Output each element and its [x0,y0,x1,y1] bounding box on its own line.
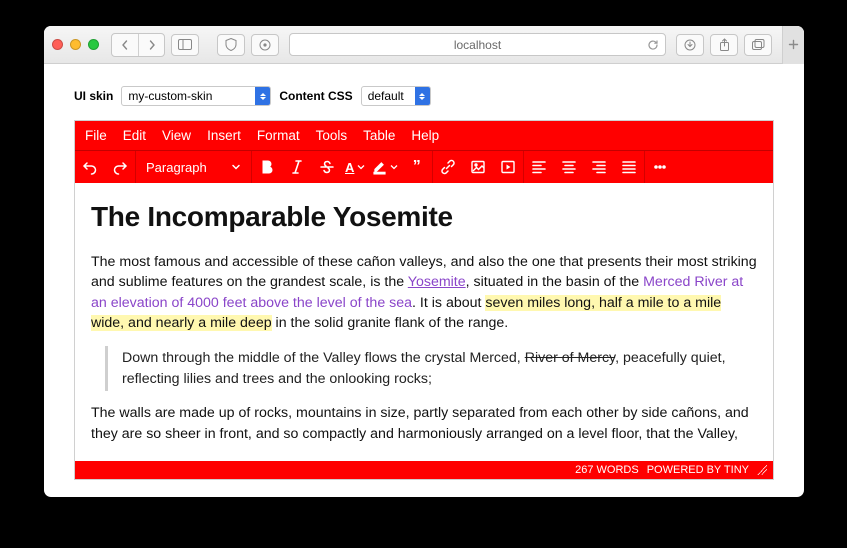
paragraph: The most famous and accessible of these … [91,252,757,334]
powered-by[interactable]: POWERED BY TINY [647,464,749,476]
extension-button[interactable] [251,34,279,56]
media-button[interactable] [493,151,523,183]
menu-view[interactable]: View [162,128,191,143]
resize-handle-icon[interactable] [757,465,767,475]
config-row: UI skin my-custom-skin Content CSS defau… [44,64,804,116]
nav-back-forward [111,33,165,57]
bold-button[interactable] [252,151,282,183]
menu-help[interactable]: Help [411,128,439,143]
ui-skin-select[interactable]: my-custom-skin [121,86,271,106]
content-css-label: Content CSS [279,89,352,103]
highlight-color-button[interactable] [372,151,402,183]
strikethrough-button[interactable] [312,151,342,183]
menu-file[interactable]: File [85,128,107,143]
blockquote-button[interactable]: ” [402,151,432,183]
align-justify-button[interactable] [614,151,644,183]
statusbar: 267 WORDS POWERED BY TINY [75,461,773,479]
maximize-window-button[interactable] [88,39,99,50]
titlebar: localhost [44,26,804,64]
close-window-button[interactable] [52,39,63,50]
block-format-value: Paragraph [146,160,207,175]
menu-insert[interactable]: Insert [207,128,241,143]
privacy-report-button[interactable] [217,34,245,56]
downloads-button[interactable] [676,34,704,56]
undo-button[interactable] [75,151,105,183]
tabs-button[interactable] [744,34,772,56]
menubar: File Edit View Insert Format Tools Table Help [75,121,773,151]
url-text: localhost [454,38,501,52]
reload-icon[interactable] [647,39,659,51]
align-left-button[interactable] [524,151,554,183]
select-stepper-icon [415,87,430,105]
menu-tools[interactable]: Tools [316,128,348,143]
new-tab-button[interactable] [782,26,804,64]
ui-skin-value: my-custom-skin [128,89,218,103]
link-button[interactable] [433,151,463,183]
chevron-down-icon[interactable] [387,163,401,171]
editor-content[interactable]: The Incomparable Yosemite The most famou… [75,183,773,461]
forward-button[interactable] [138,34,164,56]
block-format-select[interactable]: Paragraph [136,151,251,183]
menu-edit[interactable]: Edit [123,128,146,143]
blockquote: Down through the middle of the Valley fl… [105,346,757,391]
chevron-down-icon [231,162,241,172]
image-button[interactable] [463,151,493,183]
sidebar-toggle-button[interactable] [171,34,199,56]
browser-window: localhost UI skin my-custom-skin Content… [44,26,804,497]
content-css-select[interactable]: default [361,86,431,106]
select-stepper-icon [255,87,270,105]
link-yosemite[interactable]: Yosemite [408,274,466,290]
share-button[interactable] [710,34,738,56]
back-button[interactable] [112,34,138,56]
redo-button[interactable] [105,151,135,183]
align-center-button[interactable] [554,151,584,183]
menu-table[interactable]: Table [363,128,395,143]
window-controls [52,39,99,50]
page: UI skin my-custom-skin Content CSS defau… [44,64,804,497]
text-color-button[interactable]: A [342,151,372,183]
align-right-button[interactable] [584,151,614,183]
paragraph: The walls are made up of rocks, mountain… [91,403,757,444]
minimize-window-button[interactable] [70,39,81,50]
editor: File Edit View Insert Format Tools Table Help P… [74,120,774,480]
strikethrough-text: River of Mercy [525,350,615,366]
toolbar: Paragraph A ” [75,151,773,183]
content-css-value: default [368,89,410,103]
ui-skin-label: UI skin [74,89,113,103]
word-count[interactable]: 267 WORDS [575,464,639,476]
more-button[interactable] [645,151,675,183]
italic-button[interactable] [282,151,312,183]
doc-title: The Incomparable Yosemite [91,197,757,238]
address-bar[interactable]: localhost [289,33,666,56]
menu-format[interactable]: Format [257,128,300,143]
chevron-down-icon[interactable] [354,163,368,171]
